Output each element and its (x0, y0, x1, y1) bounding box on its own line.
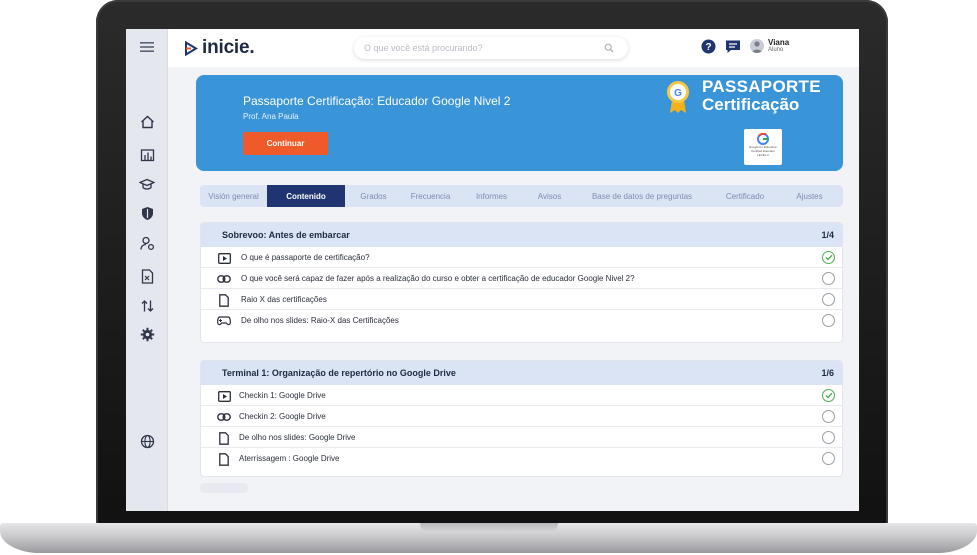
home-icon[interactable] (135, 110, 159, 134)
laptop-notch (420, 523, 558, 533)
section-progress: 1/6 (821, 368, 834, 378)
svg-text:G: G (674, 88, 682, 99)
logo-text: inicie. (202, 37, 255, 58)
user-name: Viana (768, 38, 790, 47)
lesson-item[interactable]: O que é passaporte de certificação? (201, 247, 842, 268)
section-header[interactable]: Terminal 1: Organização de repertório no… (201, 361, 842, 385)
avatar (750, 39, 764, 53)
document-icon (217, 293, 231, 307)
passport-line1: PASSAPORTE (702, 77, 821, 96)
gear-icon[interactable] (135, 322, 159, 346)
menu-icon[interactable] (135, 35, 159, 59)
logo[interactable]: inicie. (184, 37, 255, 59)
top-header: inicie. ? Viana Aluno (168, 29, 859, 67)
certificate-card: Google for Education Certified Educator … (744, 129, 782, 165)
module-section: Terminal 1: Organização de repertório no… (200, 360, 843, 477)
user-settings-icon[interactable] (135, 231, 159, 255)
medal-icon: G (666, 80, 690, 119)
status-pending-icon (822, 410, 835, 423)
course-title: Passaporte Certificação: Educador Google… (243, 94, 511, 108)
lesson-item[interactable]: De olho nos slides: Google Drive (201, 427, 842, 448)
tab-grados[interactable]: Grados (345, 185, 402, 207)
lesson-item[interactable]: Checkin 2: Google Drive (201, 406, 842, 427)
shield-icon[interactable] (135, 201, 159, 225)
status-pending-icon (822, 293, 835, 306)
tab-frecuencia[interactable]: Frecuencia (402, 185, 459, 207)
link-icon (217, 272, 231, 286)
tab-informes[interactable]: Informes (459, 185, 524, 207)
video-play-icon (217, 251, 231, 265)
dashboard-icon[interactable] (135, 143, 159, 167)
status-pending-icon (822, 272, 835, 285)
status-pending-icon (822, 431, 835, 444)
logo-play-icon (185, 40, 198, 56)
tab-base-de-datos[interactable]: Base de datos de preguntas (575, 185, 709, 207)
lesson-label: De olho nos slides: Google Drive (239, 432, 356, 442)
link-icon (217, 410, 231, 424)
google-icon (757, 133, 769, 145)
svg-text:?: ? (705, 42, 711, 53)
status-done-icon (822, 389, 835, 402)
section-progress: 1/4 (821, 230, 834, 240)
chat-icon[interactable] (725, 39, 741, 55)
lesson-item[interactable]: Aterrissagem : Google Drive (201, 448, 842, 469)
tab-certificado[interactable]: Certificado (709, 185, 781, 207)
sort-arrows-icon[interactable] (135, 294, 159, 318)
tab-ajustes[interactable]: Ajustes (781, 185, 838, 207)
course-professor: Prof. Ana Paula (243, 112, 299, 121)
cert-card-level: LEVEL 2 (757, 153, 769, 157)
gamepad-icon (217, 314, 231, 328)
graduation-cap-icon[interactable] (135, 172, 159, 196)
passport-line2: Certificação (702, 95, 800, 114)
lesson-label: Checkin 2: Google Drive (239, 411, 326, 421)
lesson-label: Aterrissagem : Google Drive (239, 454, 340, 463)
document-icon (217, 452, 231, 466)
section-header[interactable]: Sobrevoo: Antes de embarcar 1/4 (201, 223, 842, 247)
section-title: Terminal 1: Organização de repertório no… (222, 368, 456, 378)
lesson-item[interactable]: Raio X das certificações (201, 289, 842, 310)
video-play-icon (217, 389, 231, 403)
lesson-label: De olho nos slides: Raio-X das Certifica… (241, 316, 399, 325)
search-input[interactable] (364, 43, 604, 53)
status-pending-icon (822, 452, 835, 465)
course-banner: Passaporte Certificação: Educador Google… (196, 75, 843, 171)
continue-button[interactable]: Continuar (243, 132, 328, 155)
lesson-item[interactable]: O que você será capaz de fazer após a re… (201, 268, 842, 289)
help-icon[interactable]: ? (701, 39, 717, 55)
status-done-icon (822, 251, 835, 264)
tab-avisos[interactable]: Avisos (524, 185, 575, 207)
section-title: Sobrevoo: Antes de embarcar (222, 230, 350, 240)
lesson-label: Raio X das certificações (241, 294, 327, 304)
cert-card-text: Google for Education Certified Educator (748, 145, 778, 153)
scroll-indicator (200, 483, 248, 493)
sidebar (126, 29, 168, 511)
document-icon (217, 431, 231, 445)
lesson-label: O que você será capaz de fazer após a re… (241, 273, 635, 283)
file-excel-icon[interactable] (135, 264, 159, 288)
screen: inicie. ? Viana Aluno Passaporte Certifi… (126, 29, 859, 511)
status-pending-icon (822, 314, 835, 327)
search-box[interactable] (354, 37, 628, 59)
lesson-item[interactable]: De olho nos slides: Raio-X das Certifica… (201, 310, 842, 331)
user-menu[interactable]: Viana Aluno (750, 38, 789, 54)
module-section: Sobrevoo: Antes de embarcar 1/4 O que é … (200, 222, 843, 343)
lesson-label: O que é passaporte de certificação? (241, 252, 370, 262)
search-icon[interactable] (604, 43, 614, 53)
tab-contenido[interactable]: Contenido (267, 185, 345, 207)
lesson-item[interactable]: Checkin 1: Google Drive (201, 385, 842, 406)
tab-bar: Visión general Contenido Grados Frecuenc… (200, 185, 843, 207)
user-role: Aluno (768, 47, 784, 53)
tab-vision-general[interactable]: Visión general (200, 185, 267, 207)
globe-icon[interactable] (135, 429, 159, 453)
lesson-label: Checkin 1: Google Drive (239, 390, 326, 400)
